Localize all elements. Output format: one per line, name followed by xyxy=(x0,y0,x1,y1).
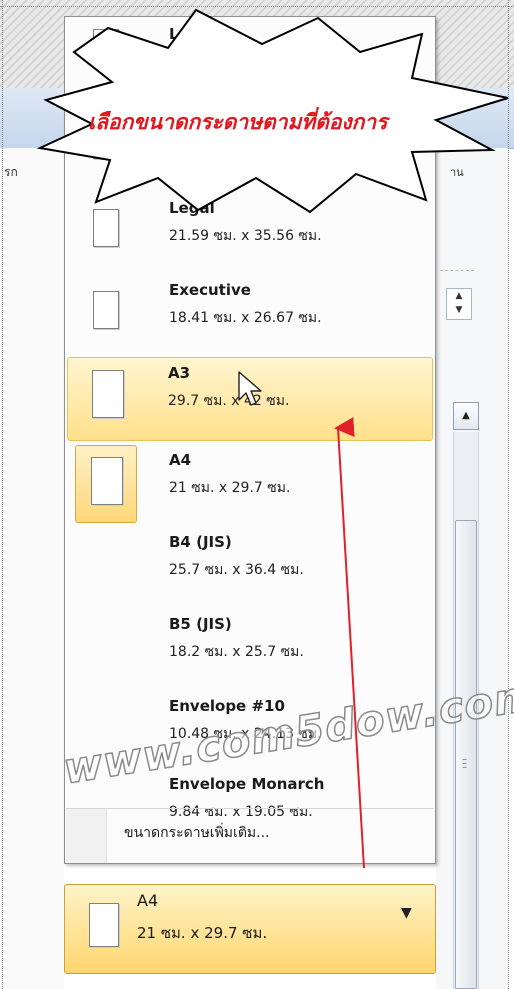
mouse-cursor-icon xyxy=(238,371,262,406)
annotation-text: เลือกขนาดกระดาษตามที่ต้องการ xyxy=(88,110,388,134)
arrow-line xyxy=(334,417,365,869)
annotation-arrow xyxy=(334,417,365,869)
